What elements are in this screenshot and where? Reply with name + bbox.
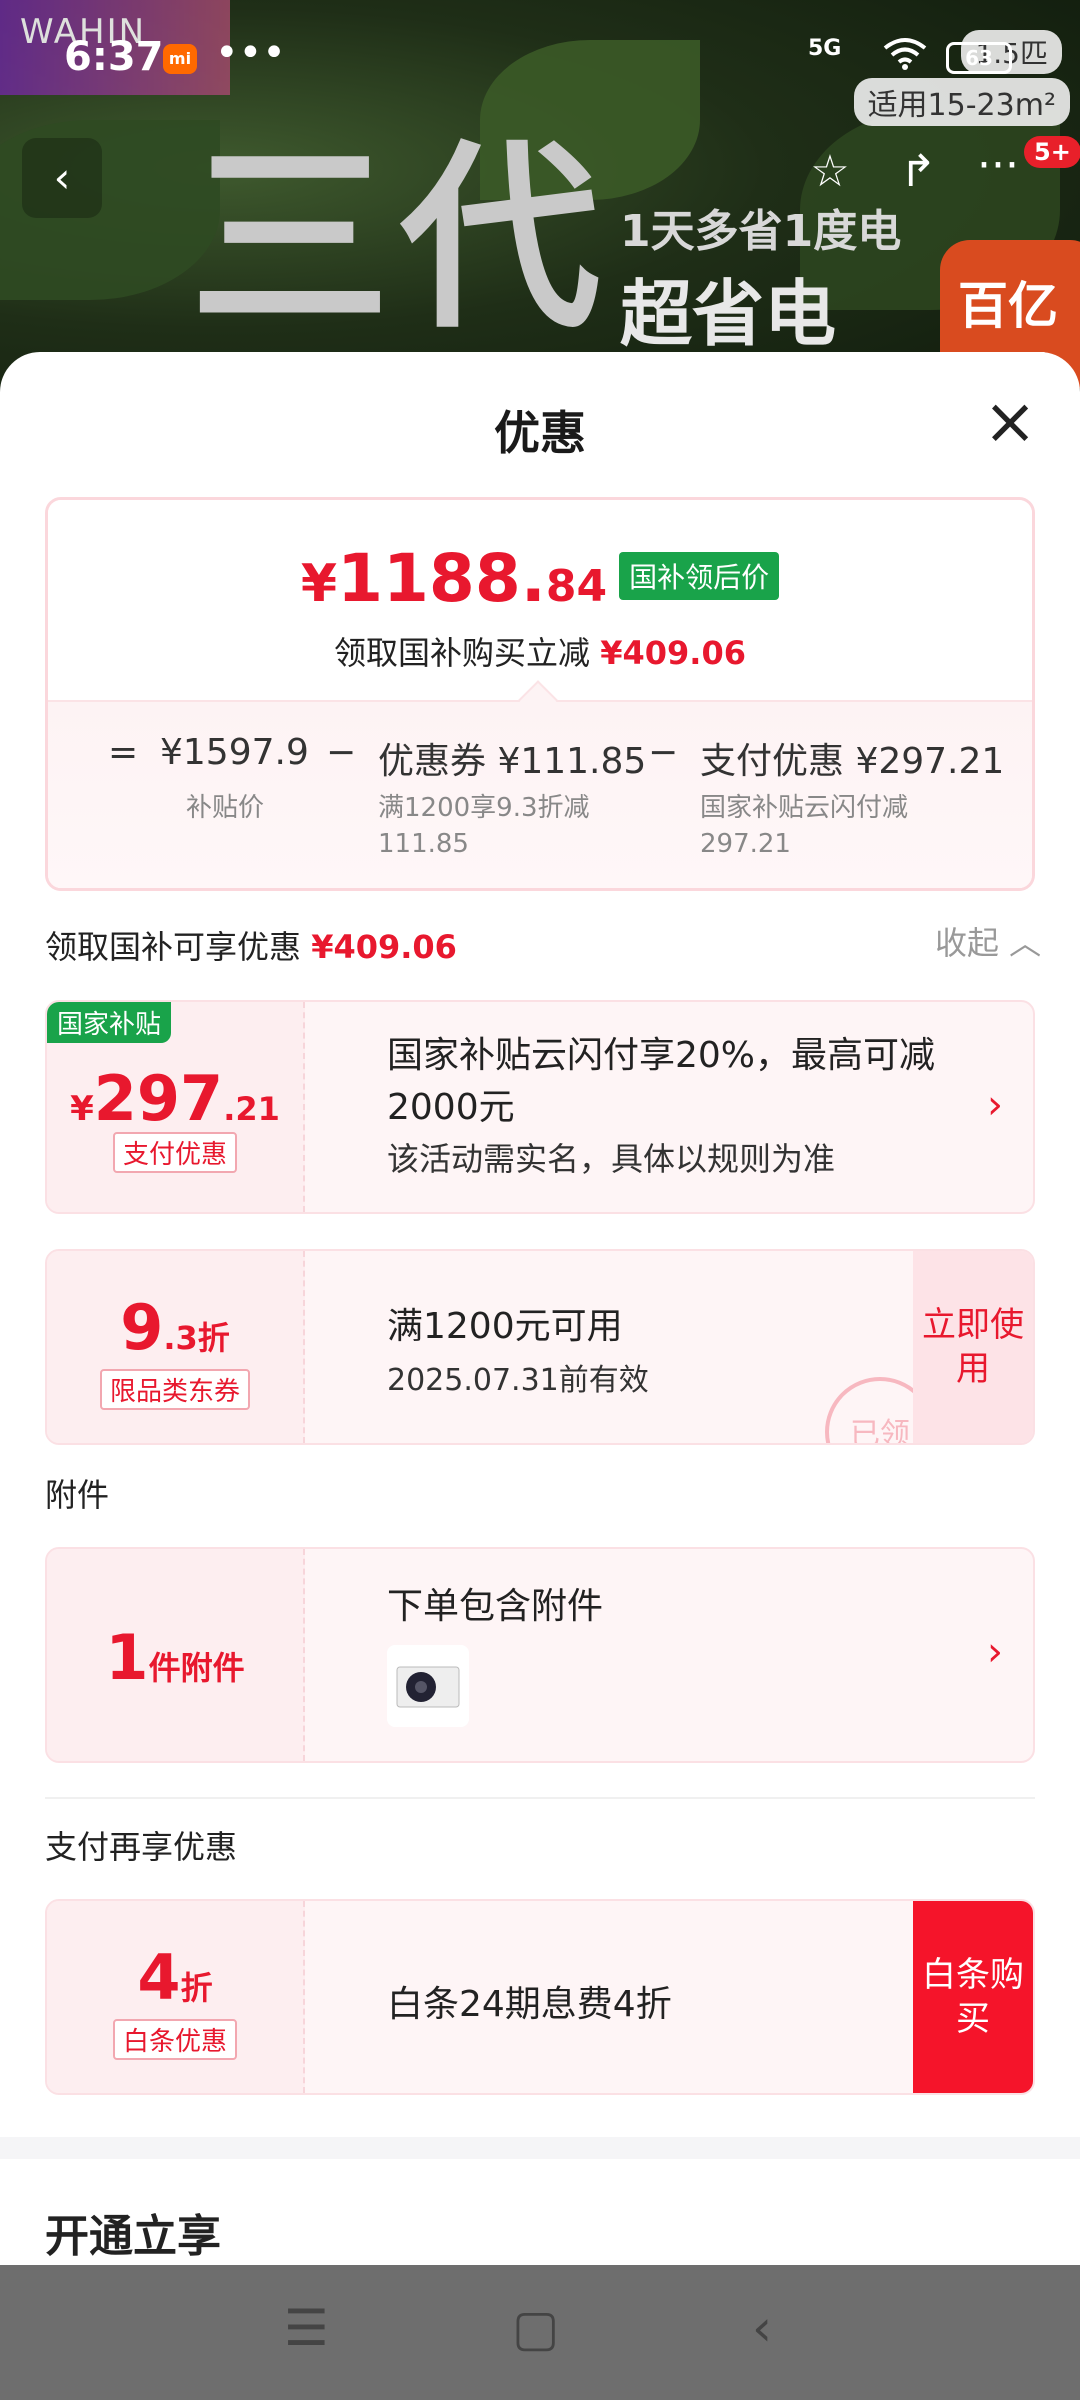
back-button[interactable]: ‹	[22, 138, 102, 218]
coupon-card[interactable]: 9.3折 限品类东券 满1200元可用 2025.07.31前有效 已领 立即使…	[45, 1249, 1035, 1445]
use-now-button[interactable]: 立即使用	[913, 1251, 1033, 1443]
menu-icon[interactable]: ☰	[284, 2299, 329, 2357]
banner-slogan: 超省电	[620, 272, 837, 356]
section-label-text: 领取国补可享优惠	[45, 928, 302, 966]
clock: 6:37	[64, 34, 164, 80]
rate-decimal: .3折	[163, 1319, 230, 1357]
coupon-category-tag: 限品类东券	[99, 1369, 250, 1410]
status-bar: 6:37 mi ••• 5G 63	[0, 0, 1080, 110]
close-icon[interactable]: ×	[980, 390, 1040, 454]
coupon-expiry: 2025.07.31前有效	[387, 1363, 649, 1398]
mi-app-icon: mi	[163, 44, 197, 74]
payment-discount: 支付优惠 ¥297.21	[700, 741, 1005, 782]
discount-number: 4	[137, 1941, 181, 2014]
coupon-discount: 优惠券 ¥111.85	[378, 741, 647, 782]
home-icon[interactable]: ▢	[512, 2299, 559, 2357]
banner-headline: 三代	[190, 123, 611, 356]
battery-icon: 63	[946, 42, 1012, 74]
subsidy-payment-card[interactable]: ¥297.21 支付优惠 国家补贴 国家补贴云闪付享20%，最高可减2000元 …	[45, 1000, 1035, 1214]
payment-section-title: 支付再享优惠	[45, 1828, 238, 1866]
price-integer: 1188.	[337, 540, 546, 617]
divider	[45, 1797, 1035, 1799]
subsidy-desc: 该活动需实名，具体以规则为准	[387, 1140, 836, 1178]
sheet-title: 优惠	[494, 406, 586, 460]
section-separator	[0, 2137, 1080, 2159]
coupon-discount-value: 111.85	[378, 829, 469, 859]
outdoor-unit-thumbnail	[387, 1645, 469, 1727]
coupon-discount-rate: 9.3折	[47, 1291, 303, 1364]
baitiao-buy-button[interactable]: 白条购买	[913, 1901, 1033, 2093]
price-summary-card: ¥1188.84 国补领后价 领取国补购买立减 ¥409.06 = ¥1597.9…	[45, 497, 1035, 891]
count-number: 1	[105, 1621, 149, 1694]
savings-label: 领取国补购买立减	[334, 634, 591, 672]
subsidy-section-title: 领取国补可享优惠 ¥409.06	[45, 922, 457, 968]
cart-count-badge: 5+	[1024, 136, 1080, 168]
coupon-discount-note: 满1200享9.3折减	[378, 793, 590, 823]
chevron-right-icon: ›	[987, 1629, 1003, 1675]
currency-symbol: ¥	[300, 554, 338, 614]
payment-discount-note: 国家补贴云闪付减	[700, 793, 909, 823]
section-amount: ¥409.06	[311, 928, 457, 966]
payment-discount-tag: 支付优惠	[112, 1132, 237, 1173]
more-menu-icon[interactable]: ···	[968, 140, 1028, 191]
baitiao-discount: 4折	[47, 1941, 303, 2014]
price-tag: 国补领后价	[619, 552, 780, 600]
discount-sheet: 优惠 × ¥1188.84 国补领后价 领取国补购买立减 ¥409.06 = ¥1…	[0, 352, 1080, 2265]
accessory-card[interactable]: 1件附件 下单包含附件 ›	[45, 1547, 1035, 1763]
subsidy-title: 国家补贴云闪付享20%，最高可减2000元	[387, 1035, 936, 1128]
accessory-section-title: 附件	[45, 1476, 110, 1514]
signal-icon: 5G	[808, 36, 842, 61]
payment-discount-value: 297.21	[700, 829, 791, 859]
banner-subheadline: 1天多省1度电	[620, 206, 902, 257]
accessory-title: 下单包含附件	[387, 1586, 604, 1627]
back-icon[interactable]: ‹	[752, 2299, 772, 2357]
discount-unit: 折	[180, 1969, 213, 2007]
price-breakdown: = ¥1597.9 补贴价 − 优惠券 ¥111.85 满1200享9.3折减 …	[48, 700, 1032, 888]
favorite-star-icon[interactable]: ☆	[800, 146, 860, 197]
accessory-count: 1件附件	[47, 1621, 303, 1694]
coupon-condition: 满1200元可用	[387, 1306, 623, 1347]
more-notifications-icon: •••	[215, 30, 286, 76]
national-subsidy-badge: 国家补贴	[47, 1002, 172, 1043]
minus-sign: −	[326, 732, 357, 773]
savings-amount: ¥409.06	[600, 634, 746, 672]
final-price: ¥1188.84 国补领后价	[48, 540, 1032, 617]
price-savings: 领取国补购买立减 ¥409.06	[48, 628, 1032, 674]
base-price-label: 补贴价	[186, 793, 265, 823]
system-navigation-bar: ☰ ▢ ‹	[0, 2265, 1080, 2400]
amount-decimal: .21	[223, 1090, 280, 1128]
baitiao-title: 白条24期息费4折	[387, 1984, 672, 2025]
collapse-toggle[interactable]: 收起 ︿	[935, 918, 1041, 964]
baitiao-tag: 白条优惠	[112, 2019, 237, 2060]
chevron-right-icon: ›	[987, 1082, 1003, 1128]
subsidy-amount: ¥297.21	[47, 1062, 303, 1135]
baitiao-card[interactable]: 4折 白条优惠 白条24期息费4折 白条购买	[45, 1899, 1035, 2095]
currency-symbol: ¥	[70, 1089, 94, 1129]
minus-sign: −	[648, 732, 679, 773]
amount-integer: 297	[93, 1062, 224, 1135]
wifi-icon	[882, 36, 928, 79]
equals-sign: =	[108, 732, 139, 773]
open-enjoy-title: 开通立享	[45, 2211, 221, 2262]
price-decimal: 84	[545, 561, 608, 612]
count-unit: 件附件	[148, 1649, 245, 1687]
base-price: ¥1597.9	[160, 732, 309, 773]
share-icon[interactable]: ↱	[888, 146, 948, 197]
rate-integer: 9	[120, 1291, 164, 1364]
